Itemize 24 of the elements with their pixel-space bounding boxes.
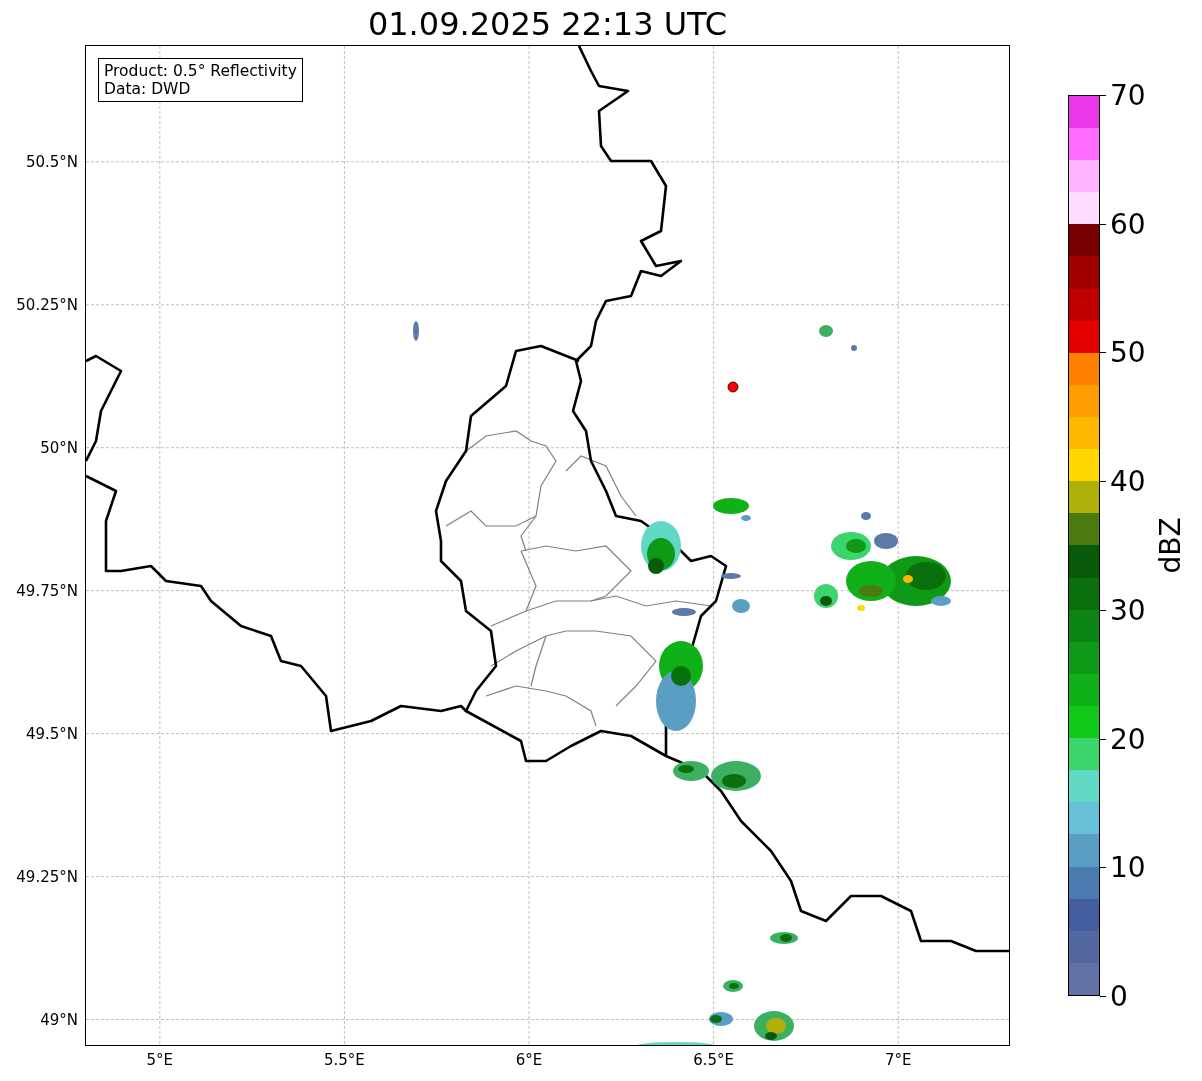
chart-title: 01.09.2025 22:13 UTC — [366, 4, 729, 45]
colorbar-tick-label: 70 — [1110, 77, 1146, 113]
colorbar-tick-label: 40 — [1110, 463, 1146, 499]
colorbar-tick-label: 20 — [1110, 721, 1146, 757]
latitude-label: 50.25°N — [16, 295, 78, 314]
colorbar-tick-label: 60 — [1110, 206, 1146, 242]
colorbar-label: dBZ — [1153, 517, 1187, 574]
colorbar-tick-label: 10 — [1110, 849, 1146, 885]
colorbar-tick-label: 30 — [1110, 592, 1146, 628]
colorbar-tick-label: 0 — [1110, 978, 1128, 1014]
info-text: Data: DWD — [104, 80, 192, 98]
latitude-label: 49.75°N — [16, 581, 78, 600]
latitude-label: 50.5°N — [25, 152, 78, 171]
latitude-label: 49.5°N — [25, 724, 78, 743]
latitude-label: 49°N — [40, 1010, 78, 1029]
longitude-label: 7°E — [884, 1051, 912, 1069]
longitude-label: 5°E — [146, 1051, 174, 1069]
latitude-label: 50°N — [40, 438, 78, 457]
longitude-label: 6°E — [515, 1051, 543, 1069]
longitude-label: 5.5°E — [324, 1051, 365, 1069]
latitude-label: 49.25°N — [16, 867, 78, 886]
longitude-label: 6.5°E — [693, 1051, 735, 1069]
colorbar-tick-label: 50 — [1110, 334, 1146, 370]
info-text: Product: 0.5° Reflectivity — [104, 62, 297, 80]
